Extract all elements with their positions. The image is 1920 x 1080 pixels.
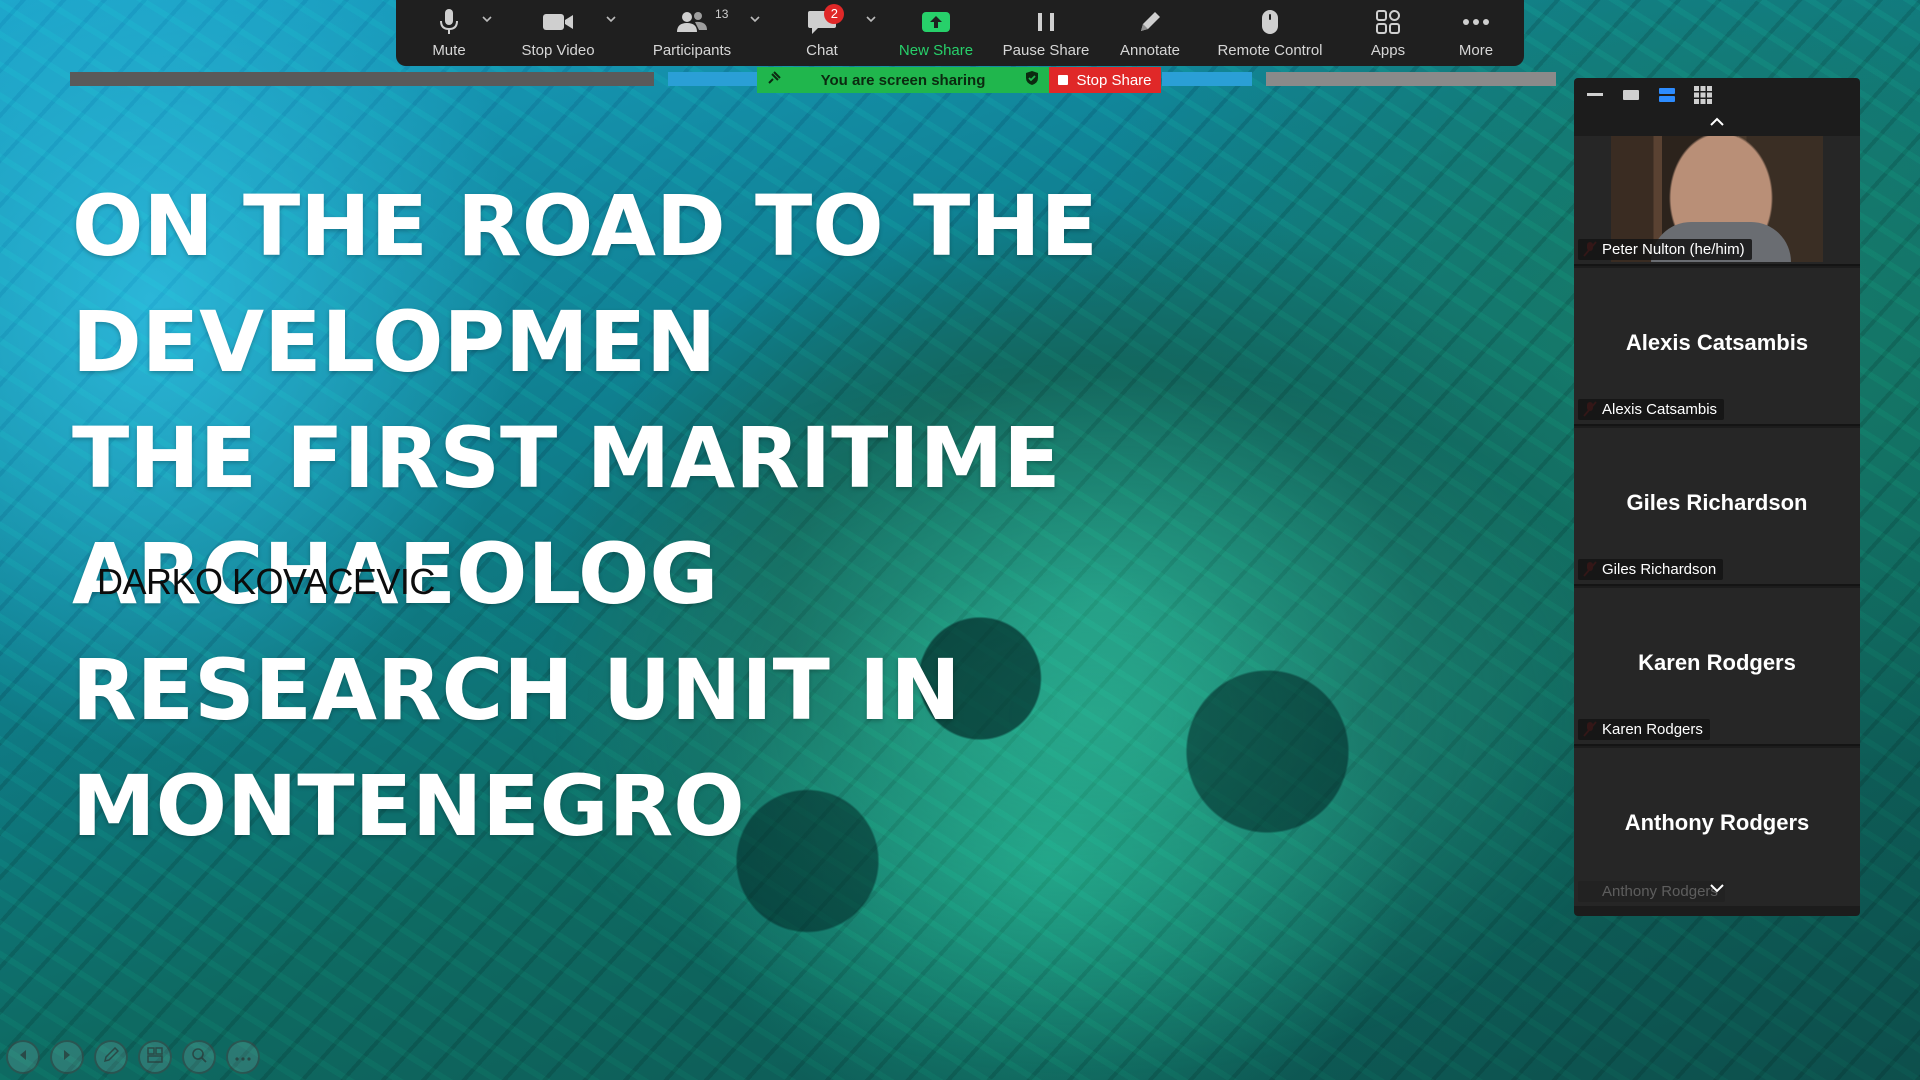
see-all-slides-button[interactable] xyxy=(138,1040,172,1074)
more-dots-icon xyxy=(1459,6,1493,38)
stop-video-label: Stop Video xyxy=(521,42,595,59)
screen-sharing-indicator[interactable]: You are screen sharing xyxy=(757,67,1049,93)
stop-square-icon xyxy=(1058,75,1069,85)
new-share-label: New Share xyxy=(898,42,974,59)
apps-button[interactable]: Apps xyxy=(1340,0,1436,66)
slideshow-controls xyxy=(6,1040,260,1074)
share-status-bar: You are screen sharing Stop Share xyxy=(757,67,1161,93)
more-icon xyxy=(235,1048,251,1066)
chevron-down-icon[interactable] xyxy=(866,10,876,27)
video-camera-icon xyxy=(541,6,575,38)
panel-header xyxy=(1574,78,1860,112)
chevron-down-icon[interactable] xyxy=(606,10,616,27)
minimize-icon[interactable] xyxy=(1584,85,1606,105)
participant-video-panel: Peter Nulton (he/him) Alexis Catsambis A… xyxy=(1574,78,1860,916)
chevron-down-icon[interactable] xyxy=(482,10,492,27)
share-border-blue-right xyxy=(1162,72,1252,86)
pin-icon xyxy=(767,71,781,89)
share-arrow-icon xyxy=(919,6,953,38)
participant-big-name: Alexis Catsambis xyxy=(1625,330,1809,355)
zoom-icon xyxy=(191,1047,207,1068)
screen-share-view: ON THE ROAD TO THE DEVELOPMEN THE FIRST … xyxy=(0,0,1920,1080)
slide-author: DARKO KOVACEVIC xyxy=(97,561,435,602)
apps-icon xyxy=(1371,6,1405,38)
next-icon xyxy=(61,1048,73,1066)
participant-name-tag: Peter Nulton (he/him) xyxy=(1578,239,1752,260)
scroll-up-button[interactable] xyxy=(1574,112,1860,134)
slides-grid-icon xyxy=(147,1046,163,1068)
participant-big-name: Karen Rodgers xyxy=(1638,650,1796,675)
slideshow-more-button[interactable] xyxy=(226,1040,260,1074)
more-label: More xyxy=(1458,42,1494,59)
apps-label: Apps xyxy=(1370,42,1406,59)
participant-big-name: Giles Richardson xyxy=(1626,490,1808,515)
shield-icon xyxy=(1025,70,1039,90)
mute-label: Mute xyxy=(432,42,466,59)
annotate-button[interactable]: Annotate xyxy=(1100,0,1200,66)
chevron-down-icon xyxy=(1709,880,1725,898)
pen-icon xyxy=(103,1046,120,1068)
participants-button[interactable]: 13 Participants xyxy=(620,0,764,66)
meeting-toolbar: Mute Stop Video 13 Participants 2 Chat N… xyxy=(396,0,1524,66)
participant-tile[interactable]: Karen Rodgers Karen Rodgers xyxy=(1574,588,1860,746)
annotate-label: Annotate xyxy=(1119,42,1181,59)
remote-control-button[interactable]: Remote Control xyxy=(1200,0,1340,66)
pencil-icon xyxy=(1133,6,1167,38)
participant-name-tag: Alexis Catsambis xyxy=(1578,399,1725,420)
participant-count: 13 xyxy=(715,7,729,21)
stop-share-button[interactable]: Stop Share xyxy=(1049,67,1161,93)
share-border-blue-left xyxy=(668,72,758,86)
participant-big-name: Anthony Rodgers xyxy=(1624,810,1810,835)
slide-title: ON THE ROAD TO THE DEVELOPMEN THE FIRST … xyxy=(72,177,1098,855)
strip-view-icon[interactable] xyxy=(1656,85,1678,105)
gallery-view-icon[interactable] xyxy=(1692,85,1714,105)
zoom-slide-button[interactable] xyxy=(182,1040,216,1074)
share-border-left xyxy=(70,72,654,86)
share-border-right xyxy=(1266,72,1556,86)
pen-tool-button[interactable] xyxy=(94,1040,128,1074)
participant-name-tag: Karen Rodgers xyxy=(1578,719,1710,740)
screen-sharing-text: You are screen sharing xyxy=(820,71,986,89)
stop-video-button[interactable]: Stop Video xyxy=(496,0,620,66)
previous-icon xyxy=(17,1048,29,1066)
chat-unread-badge: 2 xyxy=(824,4,845,24)
new-share-button[interactable]: New Share xyxy=(880,0,992,66)
participant-tile[interactable]: Alexis Catsambis Alexis Catsambis xyxy=(1574,268,1860,426)
previous-slide-button[interactable] xyxy=(6,1040,40,1074)
participants-icon xyxy=(675,6,709,38)
participant-tile[interactable]: Peter Nulton (he/him) xyxy=(1574,136,1860,266)
stop-share-label: Stop Share xyxy=(1076,71,1152,89)
chat-button[interactable]: 2 Chat xyxy=(764,0,880,66)
participants-label: Participants xyxy=(652,42,732,59)
participant-name-tag: Giles Richardson xyxy=(1578,559,1724,580)
microphone-icon xyxy=(432,6,466,38)
remote-control-label: Remote Control xyxy=(1217,42,1323,59)
chat-label: Chat xyxy=(806,42,838,59)
chevron-up-icon xyxy=(1709,114,1725,132)
scroll-down-button[interactable] xyxy=(1574,878,1860,900)
pause-share-label: Pause Share xyxy=(1002,42,1090,59)
next-slide-button[interactable] xyxy=(50,1040,84,1074)
participant-tile[interactable]: Giles Richardson Giles Richardson xyxy=(1574,428,1860,586)
mute-button[interactable]: Mute xyxy=(402,0,496,66)
pause-share-button[interactable]: Pause Share xyxy=(992,0,1100,66)
participant-tile[interactable]: Anthony Rodgers Anthony Rodgers xyxy=(1574,748,1860,906)
more-button[interactable]: More xyxy=(1436,0,1516,66)
single-view-icon[interactable] xyxy=(1620,85,1642,105)
mouse-icon xyxy=(1253,6,1287,38)
chevron-down-icon[interactable] xyxy=(750,10,760,27)
pause-icon xyxy=(1029,6,1063,38)
